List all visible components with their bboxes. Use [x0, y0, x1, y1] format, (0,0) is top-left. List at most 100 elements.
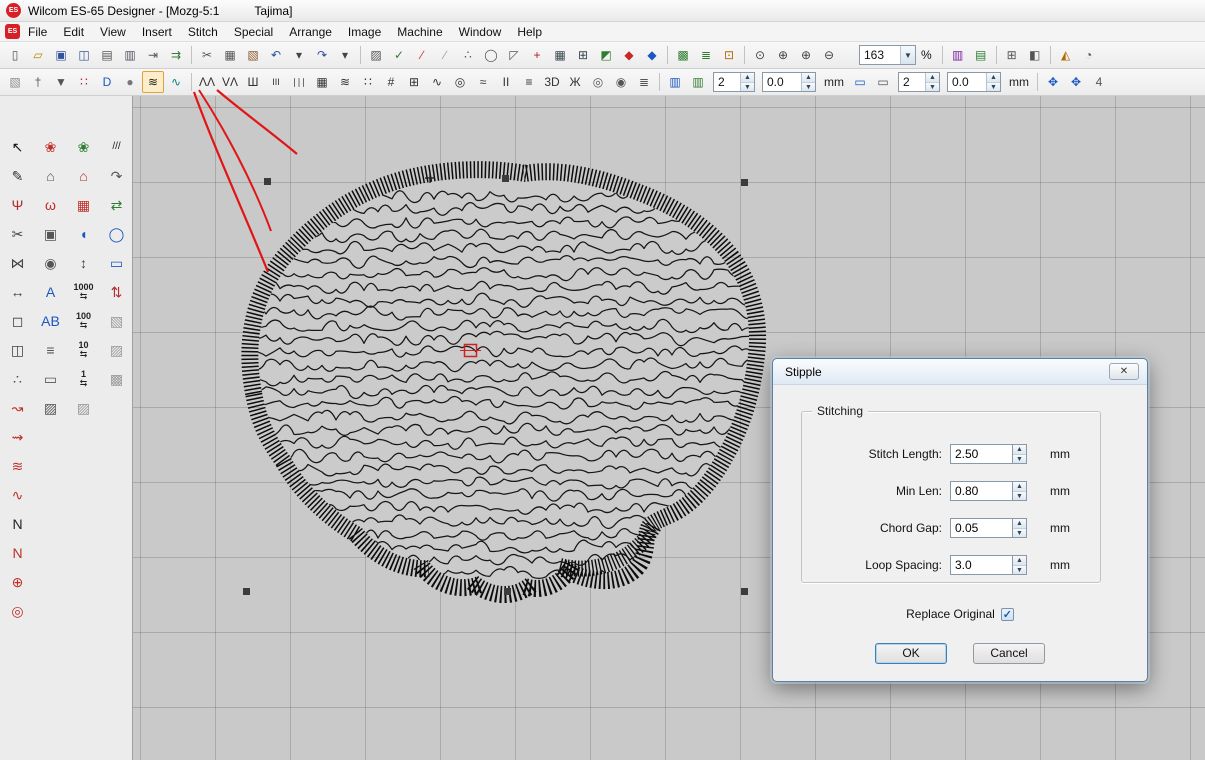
selection-handle[interactable] [741, 588, 748, 595]
length-count-value[interactable]: 2 [899, 75, 925, 89]
shape-fill-icon[interactable]: ◖ [70, 221, 97, 247]
stamp-icon[interactable]: ▣ [37, 221, 64, 247]
monogram-icon[interactable]: AB [37, 308, 64, 334]
travel-1000-icon[interactable]: 1000⇆ [70, 279, 97, 305]
contour-fill-icon[interactable]: ∿ [426, 71, 448, 93]
remove-overlap-icon[interactable]: ◔ [1078, 44, 1100, 66]
menu-item-file[interactable]: File [20, 23, 55, 41]
column-stitch-icon[interactable]: ΙΙ [495, 71, 517, 93]
needle-target-icon[interactable]: + [526, 44, 548, 66]
layout-4-icon[interactable]: 4 [1088, 71, 1110, 93]
zoom-out-icon[interactable]: ⊖ [818, 44, 840, 66]
team-names-icon[interactable]: ≡ [37, 337, 64, 363]
stitch-length-input[interactable] [950, 444, 1012, 464]
travel-100-icon[interactable]: 100⇆ [70, 308, 97, 334]
pan-move-icon[interactable]: ✥ [1042, 71, 1064, 93]
spin-down-icon[interactable]: ▼ [926, 82, 939, 91]
spin-down-icon[interactable]: ▼ [1013, 528, 1026, 537]
overlap-tool-icon[interactable]: ◫ [4, 337, 31, 363]
design-window-icon[interactable]: ⊡ [718, 44, 740, 66]
menu-item-insert[interactable]: Insert [134, 23, 180, 41]
triple-run-icon[interactable]: ≋ [4, 453, 31, 479]
outline-d-icon[interactable]: D [96, 71, 118, 93]
spin-down-icon[interactable]: ▼ [802, 82, 815, 91]
cut-icon[interactable]: ✂ [196, 44, 218, 66]
selection-handle[interactable] [504, 588, 511, 595]
overview-window-icon[interactable]: ⊞ [1001, 44, 1023, 66]
zoom-in-icon[interactable]: ⊕ [772, 44, 794, 66]
travel-10-icon[interactable]: 10⇆ [70, 337, 97, 363]
open-folder-icon[interactable]: ▱ [27, 44, 49, 66]
weave-fill-icon[interactable]: ▦ [311, 71, 333, 93]
min-len-input[interactable] [950, 481, 1012, 501]
motif-run-icon[interactable]: ∿ [4, 482, 31, 508]
insert-design-icon[interactable]: ◫ [73, 44, 95, 66]
spin-down-icon[interactable]: ▼ [1013, 454, 1026, 463]
save-icon[interactable]: ▣ [50, 44, 72, 66]
cylinder-icon[interactable]: ◉ [37, 250, 64, 276]
select-tool-icon[interactable]: ↖ [4, 134, 31, 160]
scatter-fill-icon[interactable]: ∷ [357, 71, 379, 93]
print-preview-icon[interactable]: ▥ [119, 44, 141, 66]
nudge-move-icon[interactable]: ✥ [1065, 71, 1087, 93]
spin-down-icon[interactable]: ▼ [1013, 491, 1026, 500]
flower-fill-icon[interactable]: ❀ [37, 134, 64, 160]
fabric-icon[interactable]: ▧ [4, 71, 26, 93]
ellipse-select-icon[interactable]: ◯ [480, 44, 502, 66]
flip-tool-icon[interactable]: ⇄ [103, 192, 130, 218]
chart-icon[interactable]: ◩ [595, 44, 617, 66]
ok-button[interactable]: OK [875, 643, 947, 664]
spacing-value-spinner[interactable]: 0.0 ▲▼ [762, 72, 816, 92]
loop-spacing-spinner[interactable]: ▲▼ [1012, 555, 1027, 575]
stitch-angle-red-icon[interactable]: ∕ [411, 44, 433, 66]
fringe-effect-icon[interactable]: Ж [564, 71, 586, 93]
cancel-button[interactable]: Cancel [973, 643, 1045, 664]
stipple-outline-icon[interactable]: ∿ [165, 71, 187, 93]
confirm-icon[interactable]: ✓ [388, 44, 410, 66]
stitch-length-spinner[interactable]: ▲▼ [1012, 444, 1027, 464]
stitch-angle-white-icon[interactable]: ∕ [434, 44, 456, 66]
ring-stitch-icon[interactable]: ◎ [587, 71, 609, 93]
applique-small-icon[interactable]: ⌂ [70, 163, 97, 189]
spin-up-icon[interactable]: ▲ [802, 73, 815, 82]
zoom-combobox[interactable]: 163 ▼ [859, 45, 916, 65]
spin-down-icon[interactable]: ▼ [741, 82, 754, 91]
undo-dropdown-icon[interactable]: ▾ [288, 44, 310, 66]
checker-select-icon[interactable]: ▨ [365, 44, 387, 66]
undo-icon[interactable]: ↶ [265, 44, 287, 66]
selection-handle[interactable] [502, 175, 509, 182]
hatch-lines-icon[interactable]: /// [103, 134, 130, 160]
travel-1-icon[interactable]: 1⇆ [70, 366, 97, 392]
spin-down-icon[interactable]: ▼ [987, 82, 1000, 91]
branch-tool-icon[interactable]: Ψ [4, 192, 31, 218]
grid-toggle-icon[interactable]: ▦ [549, 44, 571, 66]
print-icon[interactable]: ▤ [96, 44, 118, 66]
rectangle-tool-icon[interactable]: ▭ [103, 250, 130, 276]
hoop-layout-icon[interactable]: ◻ [4, 308, 31, 334]
measure-tool-icon[interactable]: ↔ [4, 279, 31, 305]
spin-up-icon[interactable]: ▲ [1013, 519, 1026, 528]
menu-item-special[interactable]: Special [226, 23, 281, 41]
stitch-player-icon[interactable]: ▩ [672, 44, 694, 66]
zoom-box-icon[interactable]: ⊕ [795, 44, 817, 66]
wave-fill-icon[interactable]: ≈ [472, 71, 494, 93]
bitmap-blue-icon[interactable]: ◆ [641, 44, 663, 66]
morphing-icon[interactable]: ◭ [1055, 44, 1077, 66]
spin-up-icon[interactable]: ▲ [926, 73, 939, 82]
pointer-tool-icon[interactable]: ◸ [503, 44, 525, 66]
lines-stitch-icon[interactable]: ≡ [518, 71, 540, 93]
jagged-run-icon[interactable]: N [4, 511, 31, 537]
replace-original-checkbox[interactable]: ✓ [1001, 608, 1014, 621]
curved-run-icon[interactable]: N [4, 540, 31, 566]
window-titlebar[interactable]: ES Wilcom ES-65 Designer - [Mozg-5:1 Taj… [0, 0, 1205, 22]
stipple-fill-icon[interactable]: ≋ [142, 71, 164, 93]
color-film-icon[interactable]: ▥ [947, 44, 969, 66]
flower-small-icon[interactable]: ❀ [70, 134, 97, 160]
patch-disabled-icon[interactable]: ▨ [70, 395, 97, 421]
3d-effect-icon[interactable]: 3D [541, 71, 563, 93]
menu-item-stitch[interactable]: Stitch [180, 23, 226, 41]
spin-up-icon[interactable]: ▲ [1013, 482, 1026, 491]
knife-tool-icon[interactable]: ✂ [4, 221, 31, 247]
copy-icon[interactable]: ▦ [219, 44, 241, 66]
selection-handle[interactable] [741, 179, 748, 186]
